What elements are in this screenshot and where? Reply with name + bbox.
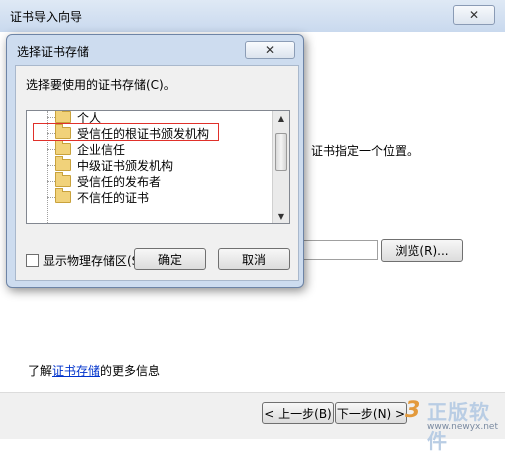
tree-connector (47, 165, 55, 166)
dialog-close-button[interactable]: ✕ (245, 41, 295, 59)
close-icon: ✕ (264, 43, 276, 57)
folder-icon (55, 188, 71, 203)
highlight-annotation (33, 123, 219, 141)
tree-item-store[interactable]: 企业信任 (55, 140, 126, 157)
tree-connector (47, 149, 55, 150)
scroll-thumb[interactable] (275, 133, 287, 171)
certificate-store-link[interactable]: 证书存储 (52, 364, 100, 378)
learn-more-suffix: 的更多信息 (100, 364, 161, 378)
tree-connector (47, 197, 55, 198)
ok-button[interactable]: 确定 (134, 248, 206, 270)
certificate-store-tree[interactable]: 个人 受信任的根证书颁发机构 企业信任 中级证书颁发机构 受信任的发布者 不信任的证书 ▲… (26, 110, 290, 224)
browse-button[interactable]: 浏览(R)... (381, 239, 463, 262)
scroll-down-arrow-icon[interactable]: ▼ (273, 209, 289, 223)
wizard-title: 证书导入向导 (10, 10, 83, 24)
tree-item-label: 受信任的发布者 (77, 174, 162, 189)
show-physical-stores-row[interactable]: 显示物理存储区(S) (26, 252, 144, 269)
wizard-close-button[interactable]: ✕ (453, 5, 495, 25)
scroll-up-arrow-icon[interactable]: ▲ (273, 111, 289, 125)
select-certificate-store-dialog: 选择证书存储 ✕ 选择要使用的证书存储(C)。 个人 受信任的根证书颁发机构 企业信… (6, 34, 304, 288)
tree-item-store[interactable]: 中级证书颁发机构 (55, 156, 174, 173)
tree-item-label: 不信任的证书 (77, 190, 150, 205)
folder-icon (55, 156, 71, 171)
folder-icon (55, 172, 71, 187)
folder-icon (55, 140, 71, 155)
tree-connector (47, 117, 55, 118)
store-path-field[interactable] (300, 240, 378, 260)
wizard-description: 证书指定一个位置。 (311, 144, 420, 158)
learn-more-prefix: 了解 (28, 364, 53, 378)
back-button[interactable]: < 上一步(B) (262, 402, 334, 424)
tree-item-label: 中级证书颁发机构 (77, 158, 174, 173)
watermark-url: www.newyx.net (427, 422, 499, 432)
site-watermark: 3 正版软件 www.newyx.net (405, 394, 505, 453)
tree-connector (47, 181, 55, 182)
tree-item-store[interactable]: 受信任的发布者 (55, 172, 162, 189)
show-physical-stores-checkbox[interactable] (26, 254, 39, 267)
dialog-title: 选择证书存储 (17, 45, 90, 59)
tree-item-store[interactable]: 不信任的证书 (55, 188, 150, 205)
tree-item-label: 企业信任 (77, 142, 126, 157)
next-button[interactable]: 下一步(N) > (335, 402, 407, 424)
show-physical-stores-label: 显示物理存储区(S) (43, 254, 144, 268)
tree-scrollbar[interactable]: ▲ ▼ (272, 111, 289, 223)
learn-more-text: 了解证书存储的更多信息 (28, 362, 160, 379)
close-icon: ✕ (468, 8, 480, 22)
cancel-button[interactable]: 取消 (218, 248, 290, 270)
watermark-logo: 3 (405, 398, 421, 423)
folder-icon (55, 111, 71, 123)
wizard-titlebar: 证书导入向导 ✕ (0, 0, 505, 33)
dialog-client-area: 选择要使用的证书存储(C)。 个人 受信任的根证书颁发机构 企业信任 中级证书颁发机构… (15, 65, 299, 281)
dialog-prompt: 选择要使用的证书存储(C)。 (26, 78, 176, 92)
